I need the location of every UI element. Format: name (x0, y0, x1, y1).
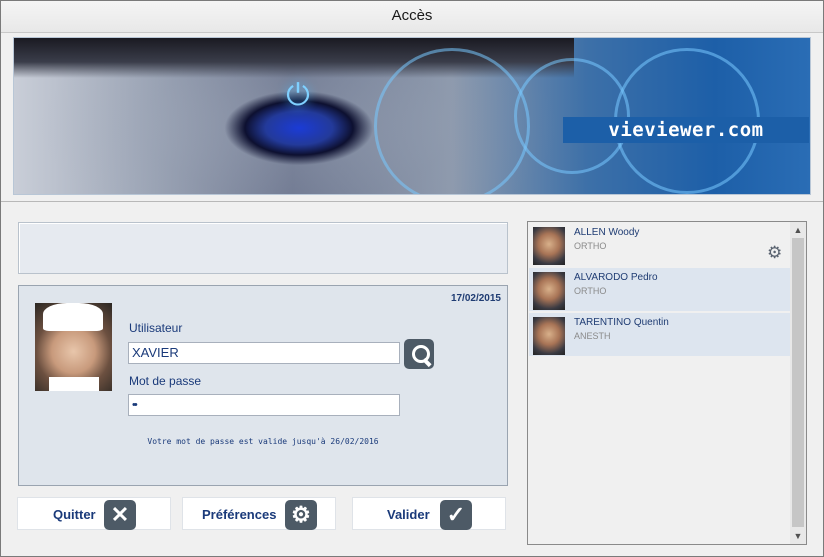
avatar (533, 227, 565, 265)
preferences-label: Préférences (202, 507, 277, 522)
banner-ring-2 (514, 58, 630, 174)
scroll-down-icon[interactable]: ▼ (790, 528, 806, 544)
gear-icon[interactable]: ⚙ (767, 243, 782, 263)
login-window: Accès ⏻ vieviewer.com 17/02/2015 Utilisa… (0, 0, 824, 557)
quit-label: Quitter (53, 507, 96, 522)
checkmark-icon: ✓ (440, 500, 472, 530)
user-list: ALLEN Woody ORTHO ⚙ ALVARODO Pedro ORTHO… (527, 221, 807, 545)
brand-label: vieviewer.com (563, 117, 809, 143)
avatar (533, 317, 565, 355)
magnifier-handle (422, 357, 432, 368)
scroll-thumb[interactable] (792, 238, 804, 527)
user-search-button[interactable] (404, 339, 434, 369)
user-row-allen[interactable]: ALLEN Woody ORTHO ⚙ (529, 223, 790, 266)
user-label: Utilisateur (129, 321, 183, 335)
close-icon: ✕ (104, 500, 136, 530)
user-role: ORTHO (574, 286, 607, 296)
password-label: Mot de passe (129, 374, 202, 388)
preferences-button[interactable]: Préférences ⚙ (182, 497, 336, 530)
user-role: ORTHO (574, 241, 607, 251)
gears-icon: ⚙ (285, 500, 317, 530)
title-bar: Accès (1, 1, 823, 33)
message-panel (18, 222, 508, 274)
user-name: ALVARODO Pedro (574, 272, 658, 283)
scrollbar[interactable]: ▲ ▼ (790, 222, 806, 544)
user-name: TARENTINO Quentin (574, 317, 669, 328)
validate-button[interactable]: Valider ✓ (352, 497, 506, 530)
banner-image: ⏻ vieviewer.com (13, 37, 811, 195)
window-title: Accès (391, 7, 433, 24)
validity-text: Votre mot de passe est valide jusqu'à 26… (147, 437, 379, 446)
user-field[interactable]: XAVIER (128, 342, 400, 364)
nurse-cap (43, 303, 103, 331)
power-icon: ⏻ (286, 79, 310, 112)
quit-button[interactable]: Quitter ✕ (17, 497, 171, 530)
banner-ring-1 (374, 48, 530, 194)
password-field[interactable]: •• (128, 394, 400, 416)
date-label: 17/02/2015 (450, 293, 501, 304)
user-photo (35, 303, 112, 391)
scroll-up-icon[interactable]: ▲ (790, 222, 806, 238)
user-row-tarentino[interactable]: TARENTINO Quentin ANESTH (529, 313, 790, 356)
divider (1, 201, 823, 202)
user-row-alvarodo[interactable]: ALVARODO Pedro ORTHO (529, 268, 790, 311)
nurse-collar (49, 377, 99, 391)
login-panel: 17/02/2015 Utilisateur XAVIER Mot de pas… (18, 285, 508, 486)
validate-label: Valider (387, 507, 430, 522)
avatar (533, 272, 565, 310)
user-role: ANESTH (574, 331, 611, 341)
user-name: ALLEN Woody (574, 227, 640, 238)
